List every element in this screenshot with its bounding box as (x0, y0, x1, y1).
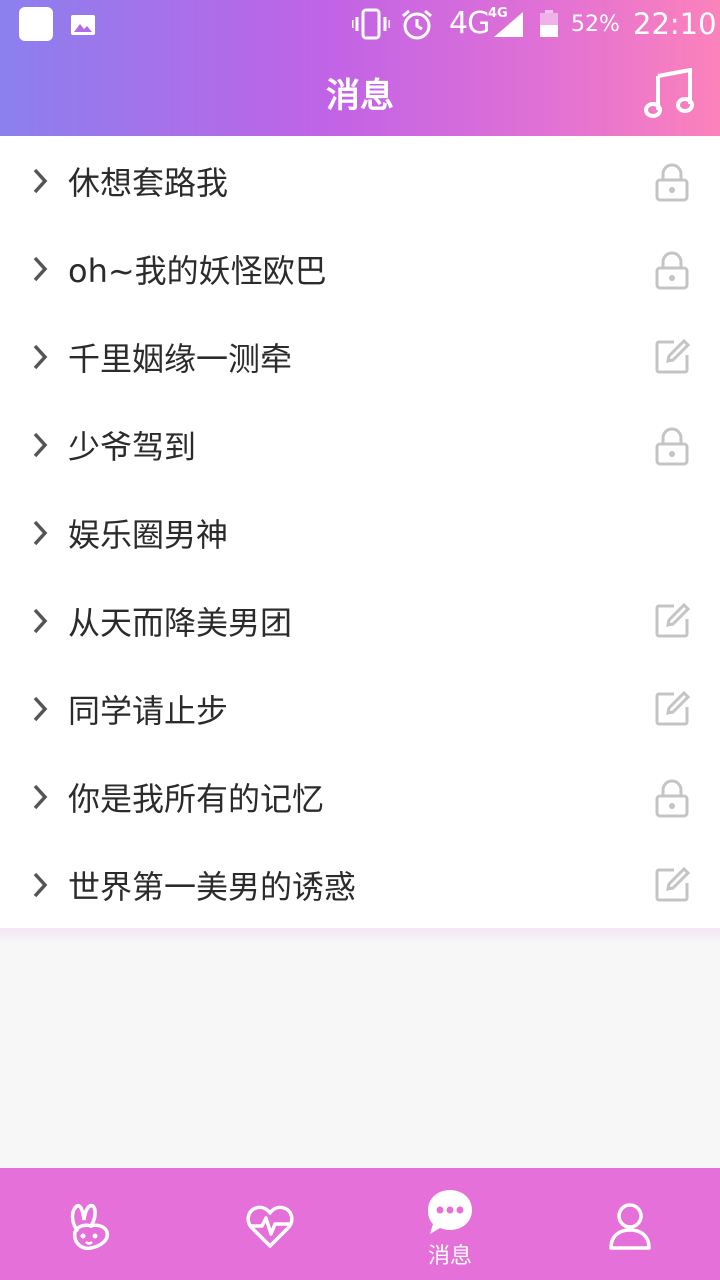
list-item-label: 你是我所有的记忆 (68, 780, 325, 818)
list-item[interactable]: 从天而降美男团 (0, 576, 720, 664)
list-item[interactable]: 休想套路我 (0, 136, 720, 224)
message-list: 休想套路我 oh~我的妖怪欧巴 千里姻缘一测牵 少爷驾到 娱乐圈男神 从天而降美… (0, 136, 720, 928)
list-item[interactable]: oh~我的妖怪欧巴 (0, 224, 720, 312)
chevron-right-icon (33, 432, 48, 458)
vibrate-icon (352, 8, 390, 40)
image-icon (71, 15, 95, 35)
chevron-right-icon (33, 872, 48, 898)
battery-percent: 52% (571, 12, 620, 37)
chevron-right-icon (33, 256, 48, 282)
list-item-label: 休想套路我 (68, 164, 229, 202)
heart-pulse-icon (246, 1205, 294, 1248)
list-item[interactable]: 少爷驾到 (0, 400, 720, 488)
chevron-right-icon (33, 696, 48, 722)
network-type: 4G (449, 6, 490, 41)
clock: 22:10 (633, 7, 717, 41)
chevron-right-icon (33, 168, 48, 194)
list-item-label: 千里姻缘一测牵 (68, 340, 293, 378)
list-item-label: 娱乐圈男神 (68, 516, 229, 554)
list-divider-shadow (0, 928, 720, 944)
lock-icon (655, 163, 689, 202)
app-icon (19, 7, 53, 41)
list-item[interactable]: 世界第一美男的诱惑 (0, 840, 720, 928)
list-item-label: 从天而降美男团 (68, 604, 293, 642)
music-note-icon[interactable] (644, 68, 694, 118)
tab-match[interactable] (180, 1168, 360, 1280)
chat-bubble-icon (428, 1190, 472, 1234)
chevron-right-icon (33, 784, 48, 810)
status-bar: 4G 4G 52% 22:10 (0, 0, 720, 50)
list-item[interactable]: 千里姻缘一测牵 (0, 312, 720, 400)
top-bar: 4G 4G 52% 22:10 消息 (0, 0, 720, 136)
alarm-icon (402, 9, 432, 40)
list-item-label: 少爷驾到 (68, 428, 197, 466)
list-item[interactable]: 娱乐圈男神 (0, 488, 720, 576)
tab-profile[interactable] (540, 1168, 720, 1280)
list-item-label: 同学请止步 (68, 692, 229, 730)
edit-icon (655, 603, 690, 638)
tab-messages-label: 消息 (427, 1244, 472, 1269)
page-title: 消息 (326, 76, 394, 116)
list-item-label: oh~我的妖怪欧巴 (68, 252, 327, 290)
lock-icon (655, 251, 689, 290)
lock-icon (655, 427, 689, 466)
chevron-right-icon (33, 520, 48, 546)
list-item-label: 世界第一美男的诱惑 (68, 868, 357, 906)
battery-icon (540, 10, 558, 37)
rabbit-icon (70, 1203, 110, 1251)
lock-icon (655, 779, 689, 818)
list-item[interactable]: 同学请止步 (0, 664, 720, 752)
chevron-right-icon (33, 344, 48, 370)
profile-icon (609, 1203, 651, 1250)
chevron-right-icon (33, 608, 48, 634)
edit-icon (655, 691, 690, 726)
list-item[interactable]: 你是我所有的记忆 (0, 752, 720, 840)
signal-icon (494, 12, 523, 37)
tab-home[interactable] (0, 1168, 180, 1280)
bottom-tab-bar: 消息 (0, 1168, 720, 1280)
edit-icon (655, 339, 690, 374)
edit-icon (655, 867, 690, 902)
tab-messages[interactable]: 消息 (360, 1168, 540, 1280)
